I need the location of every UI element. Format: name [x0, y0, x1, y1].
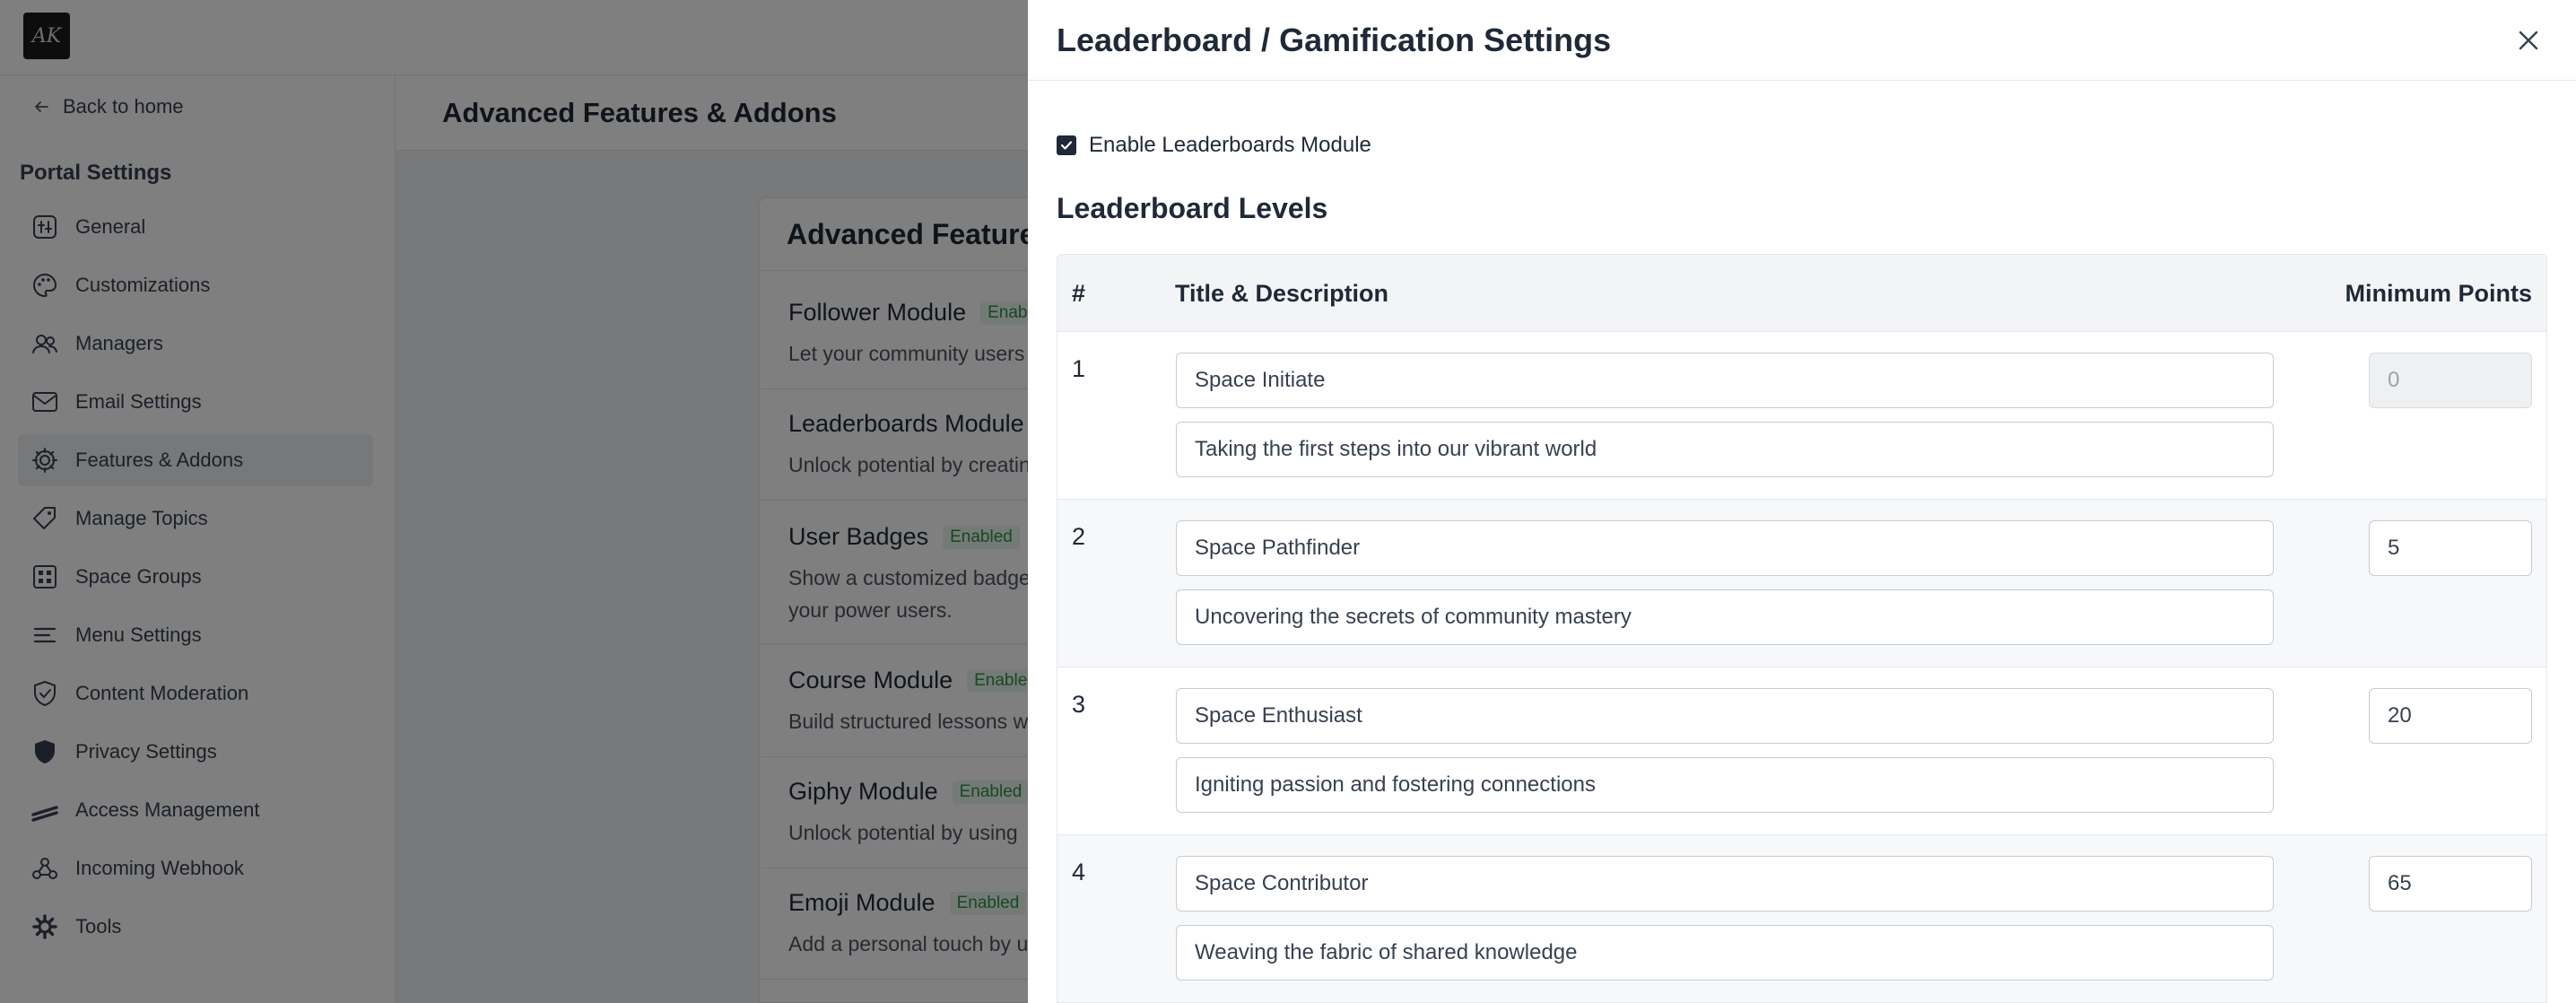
min-points-input	[2369, 353, 2532, 408]
table-row: 2	[1057, 500, 2546, 667]
table-row: 1	[1057, 332, 2546, 500]
drawer-header: Leaderboard / Gamification Settings	[1028, 0, 2576, 81]
level-number: 3	[1072, 691, 1086, 718]
level-number: 4	[1072, 859, 1086, 885]
level-title-input[interactable]	[1176, 856, 2274, 911]
column-header-title: Title & Description	[1175, 280, 1389, 307]
level-title-input[interactable]	[1176, 688, 2274, 744]
min-points-input[interactable]	[2369, 688, 2532, 744]
level-number: 1	[1072, 355, 1086, 382]
level-description-input[interactable]	[1176, 422, 2274, 477]
leaderboard-levels-title: Leaderboard Levels	[1057, 192, 1328, 224]
column-header-number: #	[1072, 280, 1086, 307]
table-row: 3	[1057, 667, 2546, 835]
leaderboard-settings-drawer: Leaderboard / Gamification Settings Enab…	[1028, 0, 2576, 1003]
column-header-min-points: Minimum Points	[2345, 280, 2533, 307]
table-header: # Title & Description Minimum Points	[1057, 255, 2546, 332]
drawer-title: Leaderboard / Gamification Settings	[1057, 22, 1612, 58]
modal-backdrop[interactable]	[0, 0, 1028, 1003]
enable-leaderboards-toggle[interactable]: Enable Leaderboards Module	[1057, 133, 1371, 158]
enable-label: Enable Leaderboards Module	[1089, 133, 1371, 157]
min-points-input[interactable]	[2369, 856, 2532, 911]
enable-checkbox[interactable]	[1057, 135, 1076, 155]
level-description-input[interactable]	[1176, 589, 2274, 645]
level-number: 2	[1072, 523, 1086, 550]
level-title-input[interactable]	[1176, 520, 2274, 576]
table-row: 4	[1057, 835, 2546, 1003]
level-description-input[interactable]	[1176, 757, 2274, 813]
level-title-input[interactable]	[1176, 353, 2274, 408]
levels-table: # Title & Description Minimum Points 1 2…	[1057, 254, 2547, 1003]
check-icon	[1060, 141, 1073, 150]
level-description-input[interactable]	[1176, 925, 2274, 981]
min-points-input[interactable]	[2369, 520, 2532, 576]
close-icon[interactable]	[2513, 25, 2544, 56]
